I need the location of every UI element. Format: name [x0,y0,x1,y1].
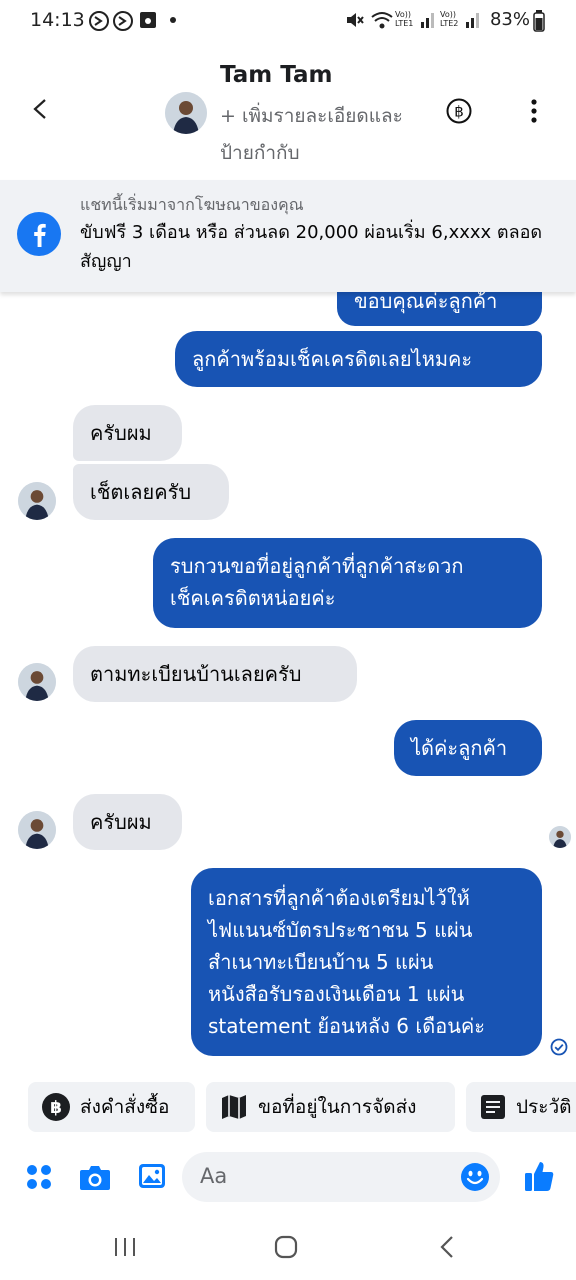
message-line: statement ย้อนหลัง 6 เดือนค่ะ [208,1014,486,1038]
facebook-icon [17,212,61,256]
svg-text:฿: ฿ [454,103,464,121]
calendar-icon [140,12,156,28]
wifi-icon [371,12,393,29]
sync-icon [89,11,109,31]
more-options-icon[interactable] [524,98,544,124]
home-icon[interactable] [273,1234,299,1260]
clock: 14:13 [30,9,85,31]
contact-avatar-small[interactable] [18,663,56,701]
baht-icon: ฿ [42,1093,70,1121]
message-bubble-outgoing[interactable]: ลูกค้าพร้อมเช็คเครดิตเลยไหมคะ [175,331,542,387]
apps-menu-icon[interactable] [26,1164,52,1190]
message-bubble-incoming[interactable]: เช็ตเลยครับ [73,464,229,520]
message-input-placeholder: Aa [200,1164,228,1188]
message-bubble-incoming[interactable]: ครับผม [73,405,182,461]
quick-reply-label: ขอที่อยู่ในการจัดส่ง [258,1096,417,1118]
system-navigation-bar [0,1212,576,1280]
mute-icon [347,13,364,27]
network-label-1: Vo)) LTE1 [395,10,414,28]
message-bubble-incoming[interactable]: ครับผม [73,794,182,850]
message-bubble-outgoing[interactable]: รบกวนขอที่อยู่ลูกค้าที่ลูกค้าสะดวก เช็คเ… [153,538,542,628]
camera-icon[interactable] [79,1163,111,1191]
signal-icon [466,13,479,28]
recent-apps-icon[interactable] [113,1236,137,1258]
back-arrow-icon[interactable] [30,98,52,120]
ad-source-label: แชทนี้เริ่มมาจากโฆษณาของคุณ [80,195,304,214]
dot-icon [170,17,176,23]
svg-text:฿: ฿ [50,1098,62,1118]
status-bar: 14:13 Vo)) LTE1 Vo)) LTE2 83% [0,0,576,42]
receipt-icon [481,1095,505,1119]
add-details-link[interactable]: + เพิ่มรายละเอียดและป้ายกำกับ [220,98,410,172]
message-line: รบกวนขอที่อยู่ลูกค้าที่ลูกค้าสะดวก [170,554,464,578]
network-label-2: Vo)) LTE2 [440,10,459,28]
like-icon[interactable] [524,1160,554,1192]
battery-icon [533,10,545,32]
message-input[interactable]: Aa [182,1152,500,1202]
quick-reply-label: ประวัติ [516,1096,572,1118]
quick-reply-label: ส่งคำสั่งซื้อ [80,1096,170,1118]
message-bubble-outgoing[interactable]: ได้ค่ะลูกค้า [394,720,542,776]
quick-reply-send-order[interactable]: ฿ ส่งคำสั่งซื้อ [28,1082,195,1132]
gallery-icon[interactable] [138,1163,166,1189]
signal-icon [421,13,434,28]
message-line: เช็คเครดิตหน่อยค่ะ [170,586,336,610]
map-icon [222,1095,246,1119]
back-icon[interactable] [438,1235,456,1259]
contact-avatar-small[interactable] [18,482,56,520]
sent-check-icon [550,1038,568,1056]
message-line: ไฟแนนซ์บัตรประชาชน 5 แผ่น [208,918,473,942]
seen-indicator-avatar [549,826,571,848]
chat-header: Tam Tam + เพิ่มรายละเอียดและป้ายกำกับ ฿ [0,42,576,180]
contact-name[interactable]: Tam Tam [220,62,332,88]
message-line: หนังสือรับรองเงินเดือน 1 แผ่น [208,982,465,1006]
ad-text: ขับฟรี 3 เดือน หรือ ส่วนลด 20,000 ผ่อนเร… [80,222,543,272]
ad-origin-banner[interactable]: แชทนี้เริ่มมาจากโฆษณาของคุณ ขับฟรี 3 เดื… [0,180,576,292]
message-line: เอกสารที่ลูกค้าต้องเตรียมไว้ให้ [208,886,470,910]
message-bubble-incoming[interactable]: ตามทะเบียนบ้านเลยครับ [73,646,357,702]
message-line: สำเนาทะเบียนบ้าน 5 แผ่น [208,950,434,974]
message-bubble-outgoing[interactable]: เอกสารที่ลูกค้าต้องเตรียมไว้ให้ ไฟแนนซ์บ… [191,868,542,1056]
quick-reply-request-address[interactable]: ขอที่อยู่ในการจัดส่ง [206,1082,455,1132]
sync-icon [113,11,133,31]
contact-avatar[interactable] [165,92,207,134]
contact-avatar-small[interactable] [18,811,56,849]
battery-level: 83% [489,9,530,30]
emoji-icon[interactable] [460,1162,490,1192]
baht-icon[interactable]: ฿ [446,98,472,124]
quick-reply-history[interactable]: ประวัติ [466,1082,576,1132]
